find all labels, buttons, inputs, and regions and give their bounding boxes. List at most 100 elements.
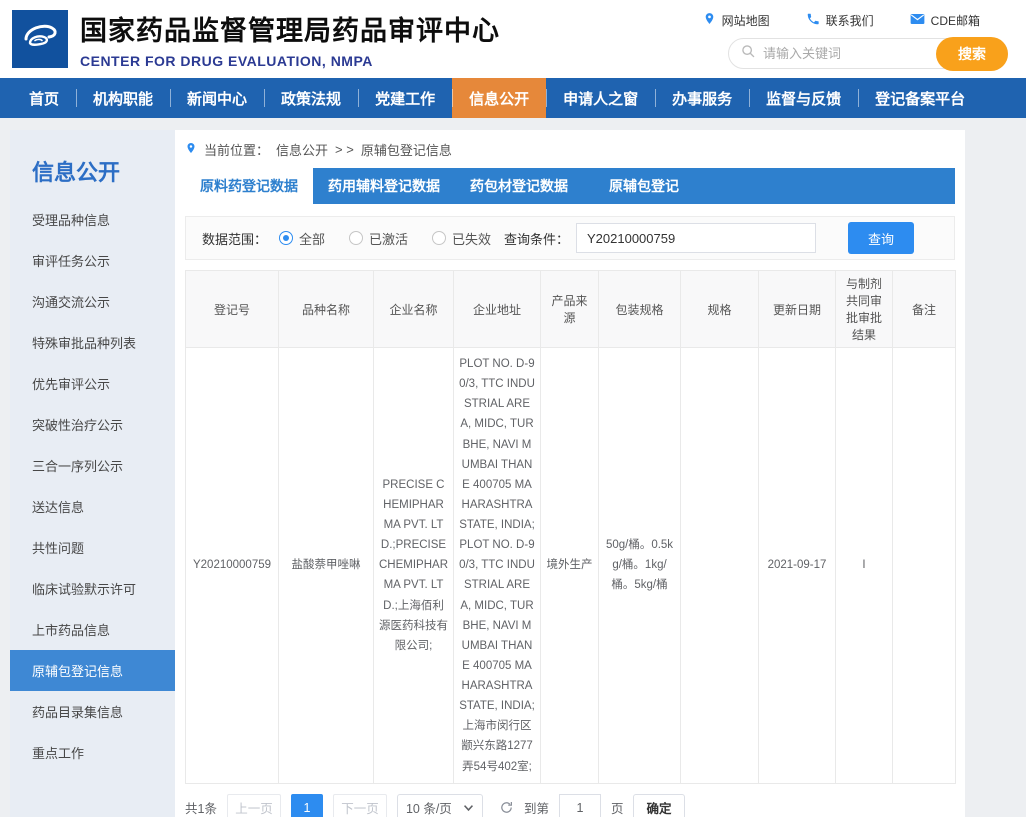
page-size-select[interactable]: 10 条/页 xyxy=(397,794,483,817)
scope-label: 数据范围： xyxy=(202,229,267,248)
sidebar-item-breakthrough-therapy[interactable]: 突破性治疗公示 xyxy=(10,404,175,445)
radio-selected-icon xyxy=(279,231,293,245)
page-size-value: 10 条/页 xyxy=(406,798,452,817)
sidebar-item-review-tasks[interactable]: 审评任务公示 xyxy=(10,240,175,281)
radio-activated[interactable]: 已激活 xyxy=(349,229,408,248)
cell-company: PRECISE CHEMIPHARMA PVT. LTD.;PRECISE CH… xyxy=(374,348,454,784)
tab-packaging-registration[interactable]: 药包材登记数据 xyxy=(455,168,583,204)
chevron-down-icon xyxy=(463,801,474,815)
tab-excipient-registration[interactable]: 药用辅料登记数据 xyxy=(313,168,455,204)
sidebar-item-drug-catalog[interactable]: 药品目录集信息 xyxy=(10,691,175,732)
breadcrumb-current: 原辅包登记信息 xyxy=(361,140,452,159)
col-remark: 备注 xyxy=(893,271,956,348)
page-number-1[interactable]: 1 xyxy=(291,794,323,817)
refresh-icon[interactable] xyxy=(499,800,514,815)
quick-links: 网站地图 联系我们 CDE邮箱 xyxy=(703,11,980,29)
nav-item-applicant[interactable]: 申请人之窗 xyxy=(546,78,655,118)
radio-all-label: 全部 xyxy=(299,229,325,248)
query-button[interactable]: 查询 xyxy=(848,222,914,254)
breadcrumb-separator: > > xyxy=(335,142,354,157)
sidebar-item-clinical-trial-license[interactable]: 临床试验默示许可 xyxy=(10,568,175,609)
cell-origin: 境外生产 xyxy=(541,348,599,784)
sidebar: 信息公开 受理品种信息 审评任务公示 沟通交流公示 特殊审批品种列表 优先审评公… xyxy=(10,130,175,817)
radio-activated-label: 已激活 xyxy=(369,229,408,248)
total-count: 共1条 xyxy=(185,798,217,817)
cell-approval-result: I xyxy=(836,348,893,784)
table-row: Y20210000759 盐酸萘甲唑啉 PRECISE CHEMIPHARMA … xyxy=(186,348,956,784)
map-pin-icon xyxy=(703,11,716,29)
sidebar-item-special-approval[interactable]: 特殊审批品种列表 xyxy=(10,322,175,363)
query-input[interactable] xyxy=(576,223,816,253)
radio-invalid[interactable]: 已失效 xyxy=(432,229,491,248)
site-search: 搜索 xyxy=(728,38,1008,69)
nav-item-registration-platform[interactable]: 登记备案平台 xyxy=(858,78,982,118)
nav-item-supervision[interactable]: 监督与反馈 xyxy=(749,78,858,118)
cell-remark xyxy=(893,348,956,784)
goto-unit: 页 xyxy=(611,798,624,817)
goto-label: 到第 xyxy=(524,798,549,817)
site-titles: 国家药品监督管理局药品审评中心 CENTER FOR DRUG EVALUATI… xyxy=(80,9,500,69)
tab-raw-aux-pack[interactable]: 原辅包登记 xyxy=(583,168,705,204)
scope-options: 全部 已激活 已失效 xyxy=(279,229,491,248)
sidebar-item-marketed-drugs[interactable]: 上市药品信息 xyxy=(10,609,175,650)
filter-bar: 数据范围： 全部 已激活 已失效 查询条件： 查询 xyxy=(185,216,955,260)
sidebar-item-communication[interactable]: 沟通交流公示 xyxy=(10,281,175,322)
cell-reg-no: Y20210000759 xyxy=(186,348,279,784)
sitemap-label: 网站地图 xyxy=(722,12,770,29)
site-subtitle: CENTER FOR DRUG EVALUATION, NMPA xyxy=(80,53,500,69)
confirm-button[interactable]: 确定 xyxy=(633,794,684,817)
breadcrumb: 当前位置： 信息公开 > > 原辅包登记信息 xyxy=(185,130,955,168)
nav-item-home[interactable]: 首页 xyxy=(12,78,76,118)
cell-product-name: 盐酸萘甲唑啉 xyxy=(279,348,374,784)
nav-item-party[interactable]: 党建工作 xyxy=(358,78,452,118)
mail-icon xyxy=(910,13,925,28)
sidebar-item-delivery-info[interactable]: 送达信息 xyxy=(10,486,175,527)
sidebar-item-accepted-products[interactable]: 受理品种信息 xyxy=(10,199,175,240)
nav-item-policy[interactable]: 政策法规 xyxy=(264,78,358,118)
col-spec: 规格 xyxy=(681,271,759,348)
cell-package: 50g/桶。0.5kg/桶。1kg/桶。5kg/桶 xyxy=(599,348,681,784)
col-approval-result: 与制剂共同审批审批结果 xyxy=(836,271,893,348)
cde-swan-logo-icon xyxy=(18,15,62,64)
col-origin: 产品来源 xyxy=(541,271,599,348)
sidebar-item-common-issues[interactable]: 共性问题 xyxy=(10,527,175,568)
radio-unselected-icon xyxy=(349,231,363,245)
breadcrumb-label: 当前位置： xyxy=(204,140,269,159)
col-package: 包装规格 xyxy=(599,271,681,348)
mailbox-link[interactable]: CDE邮箱 xyxy=(910,11,980,29)
site-title: 国家药品监督管理局药品审评中心 xyxy=(80,9,500,48)
goto-page-input[interactable] xyxy=(559,794,601,817)
sitemap-link[interactable]: 网站地图 xyxy=(703,11,770,29)
col-company: 企业名称 xyxy=(374,271,454,348)
tab-api-registration[interactable]: 原料药登记数据 xyxy=(185,168,313,204)
col-address: 企业地址 xyxy=(454,271,541,348)
contact-link[interactable]: 联系我们 xyxy=(806,11,874,29)
phone-icon xyxy=(806,12,820,29)
sidebar-item-key-work[interactable]: 重点工作 xyxy=(10,732,175,773)
breadcrumb-section[interactable]: 信息公开 xyxy=(276,140,328,159)
sidebar-item-raw-materials-registration[interactable]: 原辅包登记信息 xyxy=(10,650,175,691)
nav-item-services[interactable]: 办事服务 xyxy=(655,78,749,118)
col-product-name: 品种名称 xyxy=(279,271,374,348)
col-reg-no: 登记号 xyxy=(186,271,279,348)
nav-item-functions[interactable]: 机构职能 xyxy=(76,78,170,118)
sidebar-item-three-in-one[interactable]: 三合一序列公示 xyxy=(10,445,175,486)
location-pin-icon xyxy=(185,141,197,158)
sidebar-item-priority-review[interactable]: 优先审评公示 xyxy=(10,363,175,404)
search-button[interactable]: 搜索 xyxy=(936,37,1008,71)
nav-item-info-disclosure[interactable]: 信息公开 xyxy=(452,78,546,118)
cell-spec xyxy=(681,348,759,784)
prev-page-button[interactable]: 上一页 xyxy=(227,794,281,817)
table-header-row: 登记号 品种名称 企业名称 企业地址 产品来源 包装规格 规格 更新日期 与制剂… xyxy=(186,271,956,348)
next-page-button[interactable]: 下一页 xyxy=(333,794,387,817)
content-panel: 当前位置： 信息公开 > > 原辅包登记信息 原料药登记数据 药用辅料登记数据 … xyxy=(175,130,965,817)
mailbox-label: CDE邮箱 xyxy=(931,12,980,29)
cell-update-date: 2021-09-17 xyxy=(759,348,836,784)
search-icon xyxy=(741,44,756,64)
nav-item-news[interactable]: 新闻中心 xyxy=(170,78,264,118)
sidebar-title: 信息公开 xyxy=(10,130,175,199)
col-update-date: 更新日期 xyxy=(759,271,836,348)
radio-all[interactable]: 全部 xyxy=(279,229,325,248)
query-label: 查询条件： xyxy=(504,229,569,248)
header-right: 网站地图 联系我们 CDE邮箱 搜索 xyxy=(703,9,1008,69)
